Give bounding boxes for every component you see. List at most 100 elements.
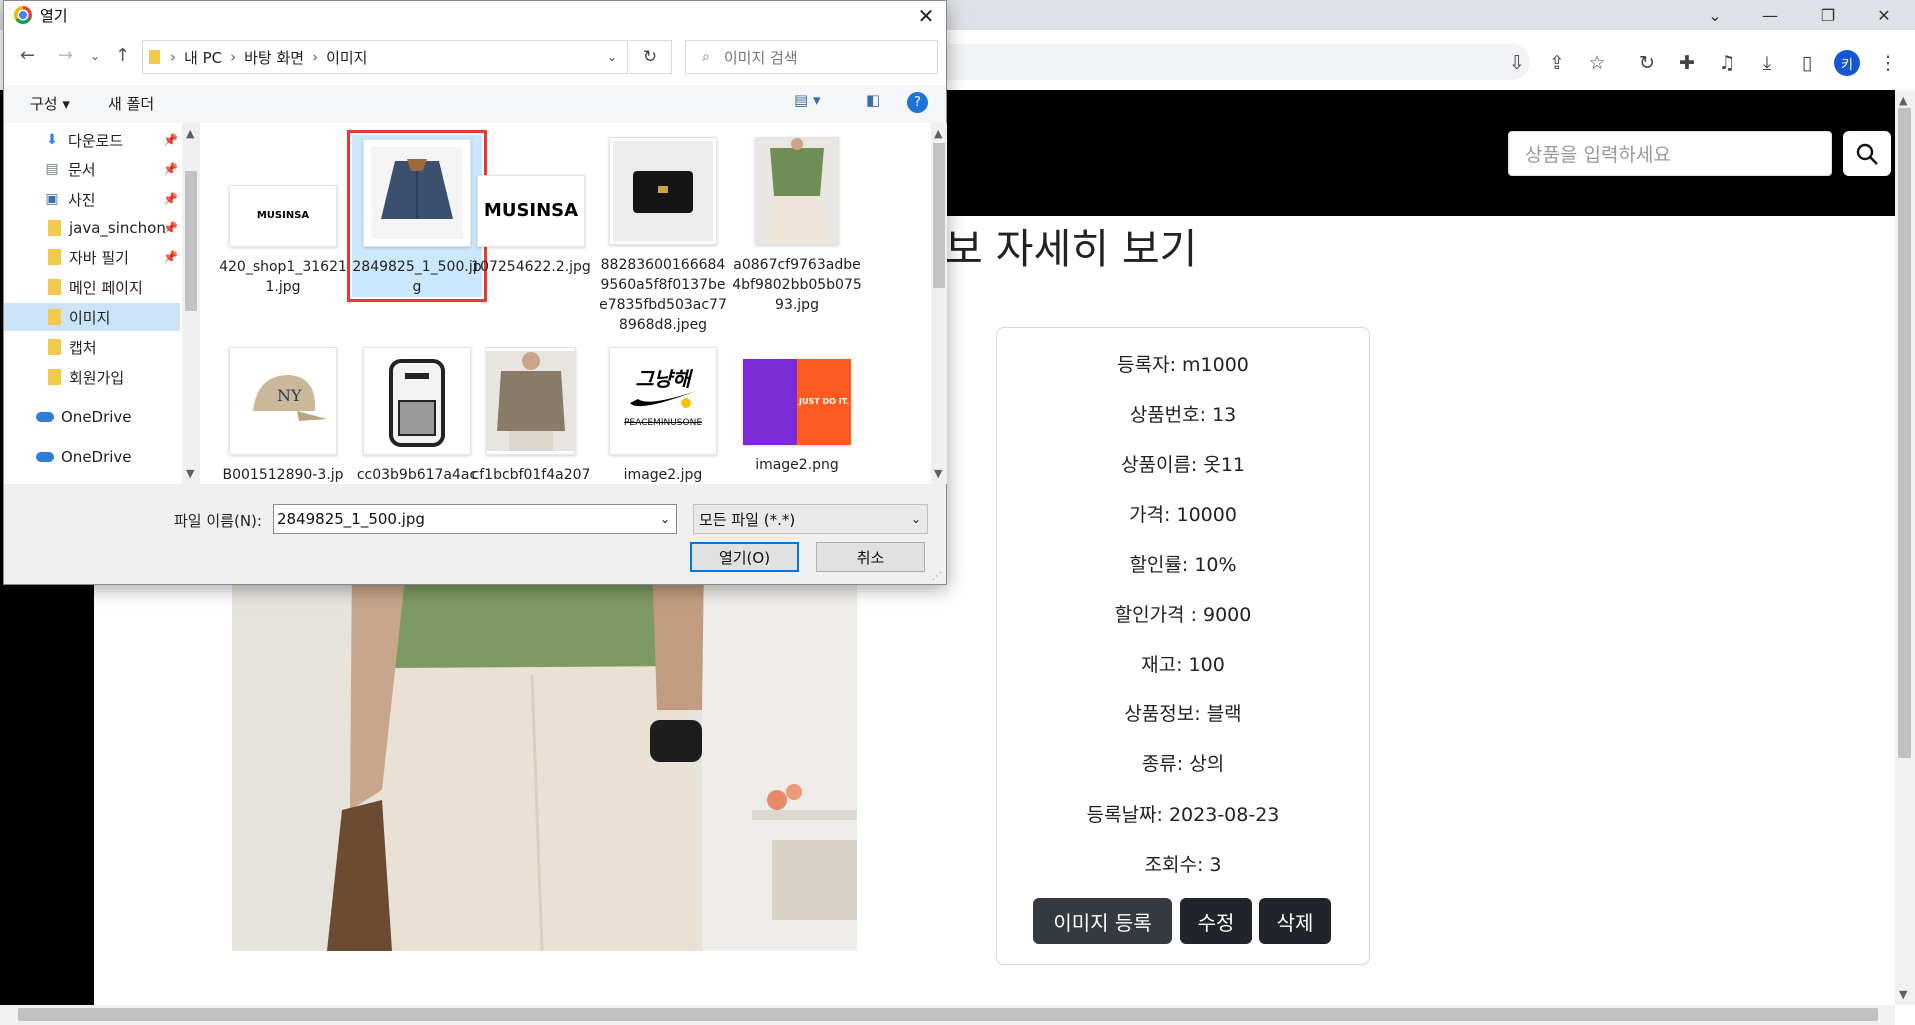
reload-icon[interactable]: ↻ xyxy=(1634,50,1660,76)
file-thumbnail xyxy=(363,347,471,455)
view-options-icon[interactable]: ▤ ▾ xyxy=(794,91,820,109)
extensions-icon[interactable]: ✚ xyxy=(1674,50,1700,76)
side-panel-icon[interactable]: ▯ xyxy=(1794,50,1820,76)
onedrive-cloud-icon xyxy=(36,452,54,462)
page-title: 보 자세히 보기 xyxy=(945,225,1198,273)
help-icon[interactable]: ? xyxy=(907,92,928,113)
up-arrow-icon[interactable]: ↑ xyxy=(115,45,130,66)
page-horizontal-scroll-thumb[interactable] xyxy=(18,1008,1878,1021)
file-thumbnail xyxy=(363,139,471,247)
profile-avatar[interactable]: 키 xyxy=(1834,50,1860,76)
refresh-button[interactable]: ↻ xyxy=(629,40,672,74)
file-item[interactable]: MUSINSA 420_shop1_316211.jpg xyxy=(218,185,348,297)
media-icon[interactable]: ♫ xyxy=(1714,50,1740,76)
new-folder-button[interactable]: 새 폴더 xyxy=(108,93,154,114)
product-search-input[interactable]: 상품을 입력하세요 xyxy=(1508,131,1832,176)
address-bar[interactable] xyxy=(930,44,1530,80)
file-name: 882836001666849560a5f8f0137bee7835fbd503… xyxy=(599,257,727,333)
delete-button[interactable]: 삭제 xyxy=(1259,898,1331,944)
close-window-button[interactable]: ✕ xyxy=(1861,0,1907,30)
product-image xyxy=(232,560,857,951)
swoosh-logo-icon xyxy=(630,391,696,408)
dialog-title: 열기 xyxy=(40,7,68,25)
breadcrumb-images[interactable]: 이미지 xyxy=(326,47,367,68)
file-item[interactable]: cf1bcbf01f4a207 xyxy=(466,347,596,484)
share-icon[interactable]: ⇪ xyxy=(1544,50,1570,76)
file-item[interactable]: 882836001666849560a5f8f0137bee7835fbd503… xyxy=(598,137,728,335)
scroll-down-arrow[interactable]: ▼ xyxy=(1899,988,1907,1001)
file-name: cf1bcbf01f4a207 xyxy=(471,467,591,483)
recent-locations-chevron-icon[interactable]: ⌄ xyxy=(90,49,100,63)
cancel-button[interactable]: 취소 xyxy=(816,542,925,572)
file-item[interactable]: NY B001512890-3.jp xyxy=(218,347,348,484)
edit-button[interactable]: 수정 xyxy=(1180,898,1252,944)
file-grid-scroll-thumb[interactable] xyxy=(933,143,945,288)
nav-item-label: 회원가입 xyxy=(69,368,125,387)
filename-input[interactable]: 2849825_1_500.jpg ⌄ xyxy=(273,504,677,534)
navigation-pane-scroll-thumb[interactable] xyxy=(185,171,197,311)
address-path[interactable]: › 내 PC › 바탕 화면 › 이미지 ⌄ xyxy=(142,40,628,74)
folder-icon xyxy=(48,309,61,325)
file-item[interactable]: 그냥해 PEACEMINUSONE image2.jpg xyxy=(598,347,728,484)
menu-icon[interactable]: ⋮ xyxy=(1875,50,1901,76)
nav-item-documents[interactable]: ▤ 문서 📌 xyxy=(4,155,180,183)
file-item-selected[interactable]: 2849825_1_500.jpg xyxy=(347,130,487,302)
breadcrumb-chevron-icon: › xyxy=(230,48,237,66)
file-name: B001512890-3.jp xyxy=(222,467,344,483)
nav-item-main-page[interactable]: 메인 페이지 xyxy=(4,273,180,301)
info-product-name: 상품이름: 옷11 xyxy=(1120,454,1246,476)
nav-item-java-notes[interactable]: 자바 필기 📌 xyxy=(4,243,180,271)
nav-item-downloads[interactable]: ⬇ 다운로드 📌 xyxy=(4,126,180,154)
organize-menu[interactable]: 구성 ▾ xyxy=(30,93,70,114)
file-item[interactable]: cc03b9b617a4ac xyxy=(352,347,482,484)
register-image-button[interactable]: 이미지 등록 xyxy=(1033,898,1172,944)
breadcrumb-this-pc[interactable]: 내 PC xyxy=(184,47,222,68)
file-item[interactable]: JUST DO IT. image2.png xyxy=(732,347,862,475)
nav-item-onedrive[interactable]: OneDrive xyxy=(4,403,180,431)
preview-pane-icon[interactable]: ◧ xyxy=(866,91,880,109)
nav-item-captures[interactable]: 캡처 xyxy=(4,333,180,361)
restore-button[interactable]: ❐ xyxy=(1805,0,1851,30)
open-button[interactable]: 열기(O) xyxy=(690,542,799,572)
file-item[interactable]: MUSINSA 107254622.2.jpg xyxy=(466,175,596,277)
install-icon[interactable]: ⇩ xyxy=(1504,50,1530,76)
file-item[interactable]: a0867cf9763adbe4bf9802bb05b07593.jpg xyxy=(732,137,862,315)
dialog-close-button[interactable]: ✕ xyxy=(906,1,946,31)
page-vertical-scroll-thumb[interactable] xyxy=(1898,108,1911,758)
nav-item-label: 문서 xyxy=(68,160,96,179)
nav-item-java-sinchon[interactable]: java_sinchon 📌 xyxy=(4,214,180,242)
path-dropdown-icon[interactable]: ⌄ xyxy=(607,50,617,64)
scroll-up-arrow[interactable]: ▲ xyxy=(1899,94,1907,107)
filename-dropdown-icon[interactable]: ⌄ xyxy=(660,512,670,526)
files-scroll-down-arrow[interactable]: ▼ xyxy=(934,467,942,480)
picture-icon: ▣ xyxy=(45,191,59,207)
back-arrow-icon[interactable]: ← xyxy=(20,45,35,66)
breadcrumb-desktop[interactable]: 바탕 화면 xyxy=(244,47,304,68)
bookmark-star-icon[interactable]: ☆ xyxy=(1584,50,1610,76)
folder-icon xyxy=(48,220,61,236)
nav-item-pictures[interactable]: ▣ 사진 📌 xyxy=(4,185,180,213)
info-view-count: 조회수: 3 xyxy=(1144,854,1222,876)
files-scroll-up-arrow[interactable]: ▲ xyxy=(934,127,942,140)
minimize-button[interactable]: — xyxy=(1747,0,1793,30)
pin-icon: 📌 xyxy=(163,133,178,147)
tab-search-icon[interactable]: ⌄ xyxy=(1692,0,1738,30)
svg-text:NY: NY xyxy=(277,386,302,405)
poster-right-panel: JUST DO IT. xyxy=(797,359,851,445)
download-icon[interactable]: ⤓ xyxy=(1754,50,1780,76)
nav-item-signup[interactable]: 회원가입 xyxy=(4,363,180,391)
search-button[interactable] xyxy=(1843,131,1891,176)
file-thumbnail: 그냥해 PEACEMINUSONE xyxy=(609,347,717,455)
filename-value: 2849825_1_500.jpg xyxy=(277,510,425,528)
nav-item-images[interactable]: 이미지 xyxy=(4,303,180,331)
forward-arrow-icon[interactable]: → xyxy=(58,45,73,66)
black-bag-image xyxy=(613,141,713,241)
nav-item-label: 메인 페이지 xyxy=(69,278,143,297)
resize-grip-icon[interactable]: ⋰ xyxy=(932,571,942,582)
nav-scroll-up-arrow[interactable]: ▲ xyxy=(186,127,194,140)
filetype-select[interactable]: 모든 파일 (*.*) ⌄ xyxy=(693,504,928,534)
nav-scroll-down-arrow[interactable]: ▼ xyxy=(186,467,194,480)
folder-search-input[interactable]: ⌕ 이미지 검색 xyxy=(685,40,938,74)
folder-icon xyxy=(149,50,160,64)
nav-item-onedrive-2[interactable]: OneDrive xyxy=(4,443,180,471)
